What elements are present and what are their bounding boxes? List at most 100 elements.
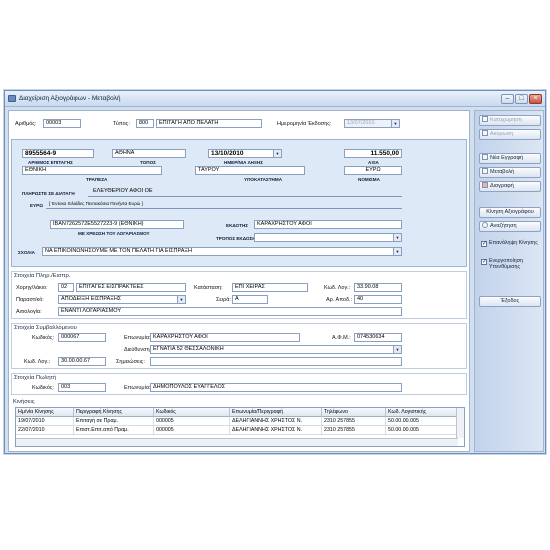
movements-grid: Ημ/νία Κίνησης Περιγραφή Κίνησης Κωδικός…	[15, 407, 465, 447]
place-caption: ΤΟΠΟΣ	[140, 160, 156, 165]
typos-field[interactable]: ΕΠΙΤΑΓΗ ΑΠΟ ΠΕΛΑΤΗ	[156, 119, 262, 128]
seller-name-field[interactable]: ΔΗΜΟΠΟΥΛΟΣ ΕΥΑΓΓΕΛΟΣ	[150, 383, 402, 392]
search-button[interactable]: Αναζήτηση	[479, 221, 541, 232]
horizontal-scrollbar[interactable]	[16, 438, 458, 446]
status-field[interactable]: ΕΠΙ ΧΕΙΡΑΣ	[232, 283, 308, 292]
seller-code-label: Κωδικός:	[32, 385, 55, 391]
typos-code-field[interactable]: 800	[136, 119, 154, 128]
currency-field[interactable]: ΕΥΡΩ	[344, 166, 402, 175]
xorhg-label: Χορηγ/λάκιο:	[16, 285, 48, 291]
chevron-down-icon[interactable]: ▼	[393, 248, 401, 255]
seller-code-field[interactable]: 003	[58, 383, 106, 392]
cp-name-label: Επωνυμία:	[124, 335, 151, 341]
account-code-field[interactable]: 33.90.08	[354, 283, 402, 292]
chevron-down-icon[interactable]: ▼	[393, 346, 401, 353]
cell-phone: 2310 257855	[322, 417, 386, 426]
payment-title: Στοιχεία Πληρ./Εισπρ.	[14, 273, 71, 279]
due-date-field[interactable]: 13/10/2010 ▼	[208, 149, 282, 158]
cheque-number-field[interactable]: 8955564-9	[22, 149, 94, 158]
issue-mode-select[interactable]: ▼	[254, 233, 402, 242]
document-label: Παραστ/κό:	[16, 297, 44, 303]
cell-desc: Επιστ.Επιτ.από Πραμ.	[74, 426, 154, 435]
cancel-button[interactable]: Ακύρωση	[479, 129, 541, 140]
col-account-header[interactable]: Κωδ. Λογιστικής	[386, 408, 458, 417]
bank-field[interactable]: ΕΘΝΙΚΗ	[22, 166, 162, 175]
search-icon	[482, 222, 488, 228]
arithmos-label: Αριθμός:	[15, 121, 37, 127]
bank-caption: ΤΡΑΠΕΖΑ	[86, 177, 108, 182]
undo-icon	[482, 130, 488, 136]
payee-field[interactable]: ΕΛΕΥΘΕΡΙΟΥ ΑΦΟΙ ΟΕ	[90, 187, 402, 196]
app-icon	[8, 95, 16, 102]
cp-address-value: ΕΓΝΑΤΙΑ 52 ΘΕΣΣΑΛΟΝΙΚΗ	[153, 346, 224, 352]
chevron-down-icon[interactable]: ▼	[177, 296, 185, 303]
col-code-header[interactable]: Κωδικός	[154, 408, 230, 417]
repeat-checkbox-label: Επανάληψη Κίνησης	[489, 240, 538, 246]
chevron-down-icon[interactable]: ▼	[391, 120, 399, 127]
col-date-header[interactable]: Ημ/νία Κίνησης	[16, 408, 74, 417]
value-field[interactable]: 11.550,00	[344, 149, 402, 158]
cp-afm-field[interactable]: 074530634	[354, 333, 402, 342]
col-name-header[interactable]: Επωνυμία/Περιγραφή	[230, 408, 322, 417]
cell-account: 50.00.00.005	[386, 426, 458, 435]
cell-code: 000005	[154, 417, 230, 426]
counterparty-group: Στοιχεία Συμβαλλόμενου Κωδικός: 000067 Ε…	[11, 323, 467, 369]
new-record-button[interactable]: Νέα Εγγραφή	[479, 153, 541, 164]
comments-value: ΝΑ ΕΠΙΚΟΙΝΩΝΗΣΟΥΜΕ ΜΕ ΤΟΝ ΠΕΛΑΤΗ ΓΙΑ ΕΙΣ…	[45, 248, 192, 254]
xorhg-field[interactable]: ΕΠΙΤΑΓΕΣ ΕΙΣΠΡΑΚΤΕΕΣ	[76, 283, 186, 292]
seller-group: Στοιχεία Πωλητή Κωδικός: 003 Επωνυμία: Δ…	[11, 373, 467, 395]
series-label: Σειρά:	[216, 297, 231, 303]
new-record-label: Νέα Εγγραφή	[490, 155, 524, 161]
cp-name-field[interactable]: ΚΑΡΑΧΡΗΣΤΟΥ ΑΦΟΙ	[150, 333, 300, 342]
minimize-icon[interactable]: –	[501, 94, 514, 104]
series-field[interactable]: Α	[232, 295, 268, 304]
maximize-icon[interactable]: □	[515, 94, 528, 104]
currency-caption: ΝΟΜΙΣΜΑ	[358, 177, 380, 182]
comments-caption: ΣΧΟΛΙΑ	[18, 250, 35, 255]
cp-code-field[interactable]: 000067	[58, 333, 106, 342]
place-field[interactable]: ΑΘΗΝΑ	[112, 149, 186, 158]
reminder-checkbox[interactable]: ✓	[481, 259, 487, 265]
cheque-movement-button[interactable]: Κίνηση Αξιογράφου	[479, 207, 541, 218]
cell-name: ΔΕΛΗΓΙΑΝΝΗΣ ΧΡΗΣΤΟΣ Ν.	[230, 426, 322, 435]
cp-account-label: Κωδ. Λογ.:	[24, 359, 51, 365]
cell-phone: 2310 257855	[322, 426, 386, 435]
close-icon[interactable]: ×	[529, 94, 542, 104]
document-select[interactable]: ΑΠΟΔΕΙΞΗ ΕΙΣΠΡΑΞΗΣ ▼	[58, 295, 186, 304]
arithmos-field[interactable]: 00003	[43, 119, 81, 128]
branch-caption: ΥΠΟΚΑΤΑΣΤΗΜΑ	[244, 177, 283, 182]
cp-address-label: Διεύθυνση:	[124, 347, 152, 353]
repeat-checkbox[interactable]: ✓	[481, 241, 487, 247]
cp-account-field[interactable]: 30.00.00.67	[58, 357, 106, 366]
issue-date-value: 13/07/2010	[347, 120, 375, 126]
cp-address-select[interactable]: ΕΓΝΑΤΙΑ 52 ΘΕΣΣΑΛΟΝΙΚΗ ▼	[150, 345, 402, 354]
cell-code: 000005	[154, 426, 230, 435]
save-button[interactable]: Καταχώρηση	[479, 115, 541, 126]
edit-button[interactable]: Μεταβολή	[479, 167, 541, 178]
due-date-caption: ΗΜΕΡ/ΝΙΑ ΛΗΞΗΣ	[224, 160, 263, 165]
delete-button[interactable]: Διαγραφή	[479, 181, 541, 192]
hmeromhnia-label: Ημερομηνία Έκδοσης:	[277, 121, 332, 127]
col-phone-header[interactable]: Τηλέφωνο	[322, 408, 386, 417]
cell-name: ΔΕΛΗΓΙΑΝΝΗΣ ΧΡΗΣΤΟΣ Ν.	[230, 417, 322, 426]
amount-words-field: [ Έντεκα Χιλιάδες Πεντακόσια Πενήντα Ευρ…	[49, 201, 143, 206]
cheque-number-caption: ΑΡΙΘΜΟΣ ΕΠΙΤΑΓΗΣ	[28, 160, 73, 165]
chevron-down-icon[interactable]: ▼	[393, 234, 401, 241]
seller-title: Στοιχεία Πωλητή	[14, 375, 57, 381]
comments-select[interactable]: ΝΑ ΕΠΙΚΟΙΝΩΝΗΣΟΥΜΕ ΜΕ ΤΟΝ ΠΕΛΑΤΗ ΓΙΑ ΕΙΣ…	[42, 247, 402, 256]
delete-button-label: Διαγραφή	[490, 183, 514, 189]
exit-button[interactable]: Έξοδος	[479, 296, 541, 307]
account-field[interactable]: IBAN7262572E5527223-9 (ΕΘΝΙΚΗ)	[50, 220, 184, 229]
reason-label: Αιτιολογία:	[16, 309, 42, 315]
branch-field[interactable]: ΤΑΥΡΟΥ	[195, 166, 305, 175]
cp-notes-label: Σημειώσεις:	[116, 359, 145, 365]
reason-field[interactable]: ΕΝΑΝΤΙ ΛΟΓΑΡΙΑΣΜΟΥ	[58, 307, 402, 316]
issue-date-field[interactable]: 13/07/2010 ▼	[344, 119, 400, 128]
cp-notes-field[interactable]	[150, 357, 402, 366]
vertical-scrollbar[interactable]	[456, 408, 464, 438]
receipt-no-field[interactable]: 40	[354, 295, 402, 304]
col-desc-header[interactable]: Περιγραφή Κίνησης	[74, 408, 154, 417]
xorhg-code-field[interactable]: 02	[58, 283, 74, 292]
chevron-down-icon[interactable]: ▼	[273, 150, 281, 157]
issuer-field[interactable]: ΚΑΡΑΧΡΗΣΤΟΥ ΑΦΟΙ	[254, 220, 402, 229]
